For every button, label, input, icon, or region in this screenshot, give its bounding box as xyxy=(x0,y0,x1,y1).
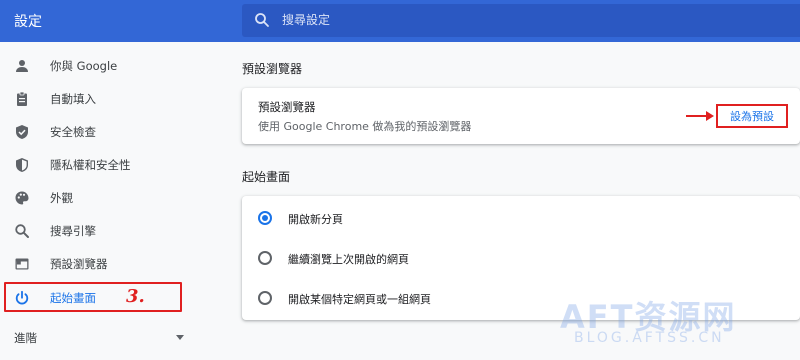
sidebar-item-label: 搜尋引擎 xyxy=(50,224,96,238)
default-browser-card: 預設瀏覽器 使用 Google Chrome 做為我的預設瀏覽器 設為預設 xyxy=(242,88,800,144)
annotation-arrow-line xyxy=(686,115,708,117)
search-input[interactable] xyxy=(282,10,762,30)
annotation-arrow-head xyxy=(706,111,714,121)
sidebar-item-label: 預設瀏覽器 xyxy=(50,257,108,271)
sidebar-item-label: 你與 Google xyxy=(50,59,118,73)
sidebar-item-label: 自動填入 xyxy=(50,92,96,106)
browser-icon xyxy=(15,258,29,270)
sidebar-item-label: 安全檢查 xyxy=(50,125,96,139)
search-box[interactable] xyxy=(242,4,800,37)
startup-option-label: 開啟新分頁 xyxy=(288,213,343,226)
person-icon xyxy=(16,60,28,72)
watermark: AFT资源网 BLOG.AFTSS.CN xyxy=(560,292,800,352)
sidebar: 你與 Google 自動填入 安全檢查 隱私權和安全性 外觀 搜尋引擎 預設瀏覽… xyxy=(0,42,200,360)
search-icon xyxy=(15,224,29,238)
advanced-label: 進階 xyxy=(14,331,37,345)
palette-icon xyxy=(15,191,29,205)
top-bar: 設定 xyxy=(0,0,800,42)
startup-option-continue[interactable]: 繼續瀏覽上次開啟的網頁 xyxy=(242,238,800,278)
sidebar-advanced-toggle[interactable]: 進階 xyxy=(0,322,200,352)
watermark-sub-text: BLOG.AFTSS.CN xyxy=(574,330,725,346)
shield-check-icon xyxy=(16,125,28,139)
search-icon[interactable] xyxy=(254,12,270,28)
startup-option-label: 開啟某個特定網頁或一組網頁 xyxy=(288,293,431,306)
annotation-step-number: 3. xyxy=(126,286,145,307)
startup-option-label: 繼續瀏覽上次開啟的網頁 xyxy=(288,253,409,266)
default-browser-title: 預設瀏覽器 xyxy=(258,100,316,114)
clipboard-icon xyxy=(17,91,27,106)
default-browser-description: 使用 Google Chrome 做為我的預設瀏覽器 xyxy=(258,120,472,133)
shield-icon xyxy=(16,158,28,172)
chevron-down-icon xyxy=(176,335,184,340)
section-title-on-startup: 起始畫面 xyxy=(242,170,291,184)
annotation-highlight-box xyxy=(4,282,182,312)
radio-button[interactable] xyxy=(258,291,272,305)
sidebar-item-label: 隱私權和安全性 xyxy=(50,158,131,172)
section-title-default-browser: 預設瀏覽器 xyxy=(242,62,303,76)
radio-button-selected[interactable] xyxy=(258,211,272,225)
app-title: 設定 xyxy=(14,14,42,30)
make-default-button[interactable]: 設為預設 xyxy=(716,104,788,128)
startup-option-new-tab[interactable]: 開啟新分頁 xyxy=(242,198,800,238)
radio-button[interactable] xyxy=(258,251,272,265)
sidebar-item-label: 外觀 xyxy=(50,191,73,205)
